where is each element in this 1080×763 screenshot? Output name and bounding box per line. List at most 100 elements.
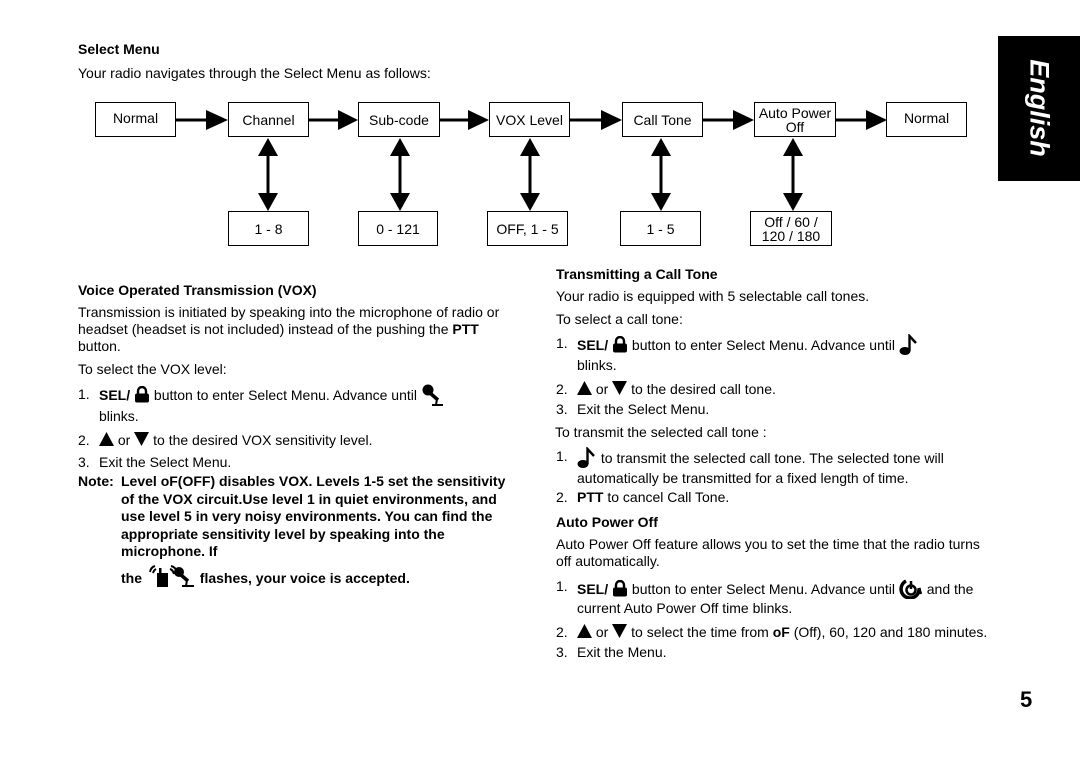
vox-note: Note: Level oF(OFF) disables VOX. Levels… bbox=[78, 473, 508, 588]
step-number: 3. bbox=[556, 401, 568, 417]
auto-power-step-3: 3. Exit the Menu. bbox=[556, 644, 988, 661]
note-label: Note: bbox=[78, 473, 114, 489]
transmit-step-2: 2. PTT to cancel Call Tone. bbox=[556, 489, 988, 506]
music-note-icon bbox=[899, 334, 917, 355]
vox-description: Transmission is initiated by speaking in… bbox=[78, 304, 508, 355]
option-box-auto-power-off: Off / 60 / 120 / 180 bbox=[750, 211, 832, 246]
option-value: 0 - 121 bbox=[376, 220, 420, 237]
flow-node-subcode: Sub-code bbox=[358, 102, 440, 137]
step-text: Exit the Select Menu. bbox=[99, 454, 232, 470]
language-tab-label: English bbox=[1024, 59, 1055, 157]
call-tone-subheading: To select a call tone: bbox=[556, 311, 683, 327]
option-value: OFF, 1 - 5 bbox=[496, 220, 559, 237]
option-box-channel: 1 - 8 bbox=[228, 211, 309, 246]
triangle-up-icon bbox=[577, 381, 592, 395]
or-text: or bbox=[117, 432, 131, 448]
auto-power-step-2: 2. or to select the time from oF (Off), … bbox=[556, 624, 988, 641]
vox-description-text: Transmission is initiated by speaking in… bbox=[78, 304, 500, 337]
step-text: to transmit the selected call tone. The … bbox=[577, 450, 944, 486]
step-number: 1. bbox=[78, 386, 90, 402]
step-text: button to enter Select Menu. Advance unt… bbox=[631, 581, 895, 597]
flow-node-call-tone: Call Tone bbox=[622, 102, 703, 137]
step-number: 1. bbox=[556, 578, 568, 594]
triangle-down-icon bbox=[612, 381, 628, 395]
step-text-tail: blinks. bbox=[99, 408, 139, 424]
option-value: 1 - 5 bbox=[646, 220, 675, 237]
vox-description-tail: button. bbox=[78, 338, 121, 354]
flow-node-label: Call Tone bbox=[633, 111, 692, 128]
or-text: or bbox=[595, 624, 609, 640]
flow-node-label: VOX Level bbox=[496, 111, 563, 128]
step-text: to cancel Call Tone. bbox=[603, 489, 730, 505]
flow-node-label: Sub-code bbox=[369, 111, 429, 128]
flow-node-label-line2: Off bbox=[785, 118, 805, 135]
triangle-down-icon bbox=[134, 432, 150, 446]
call-tone-step-3: 3. Exit the Select Menu. bbox=[556, 401, 988, 418]
call-tone-section: Transmitting a Call Tone Your radio is e… bbox=[555, 266, 988, 661]
step-text-tail: blinks. bbox=[577, 357, 617, 373]
ptt-keyword: PTT bbox=[577, 489, 604, 505]
flow-node-vox-level: VOX Level bbox=[489, 102, 570, 137]
flow-node-auto-power-off: Auto Power Off bbox=[754, 102, 836, 137]
sel-keyword: SEL/ bbox=[577, 337, 609, 353]
step-text: to select the time from bbox=[631, 624, 773, 640]
flow-node-label: Normal bbox=[112, 109, 159, 126]
step-number: 2. bbox=[556, 489, 568, 505]
option-box-call-tone: 1 - 5 bbox=[620, 211, 701, 246]
flow-node-normal-start: Normal bbox=[95, 102, 176, 137]
lock-icon bbox=[613, 336, 628, 353]
vox-step-3: 3. Exit the Select Menu. bbox=[78, 454, 508, 471]
step-number: 1. bbox=[556, 448, 568, 464]
call-tone-title: Transmitting a Call Tone bbox=[556, 266, 718, 282]
lock-icon bbox=[613, 580, 628, 597]
option-value-line2: 120 / 180 bbox=[761, 227, 821, 244]
ptt-keyword: PTT bbox=[452, 321, 479, 337]
auto-power-off-title: Auto Power Off bbox=[556, 514, 658, 530]
triangle-up-icon bbox=[99, 432, 114, 446]
step-number: 2. bbox=[556, 624, 568, 640]
step-text: Exit the Menu. bbox=[577, 644, 667, 660]
transmit-step-1: 1. to transmit the selected call tone. T… bbox=[556, 447, 988, 487]
vox-title: Voice Operated Transmission (VOX) bbox=[78, 282, 317, 298]
option-box-subcode: 0 - 121 bbox=[358, 211, 438, 246]
step-text: to the desired VOX sensitivity level. bbox=[153, 432, 373, 448]
vox-step-1: 1. SEL/ button to enter Select Menu. Adv… bbox=[78, 384, 508, 427]
page-number: 5 bbox=[1020, 687, 1033, 712]
flow-node-channel: Channel bbox=[228, 102, 309, 137]
step-text: Exit the Select Menu. bbox=[577, 401, 710, 417]
step-number: 3. bbox=[78, 454, 90, 470]
auto-power-off-steps: 1. SEL/ button to enter Select Menu. Adv… bbox=[556, 577, 988, 661]
vox-subheading: To select the VOX level: bbox=[78, 361, 227, 377]
note-text: Level oF(OFF) disables VOX. Levels 1-5 s… bbox=[121, 473, 506, 559]
note-the: the bbox=[121, 569, 142, 586]
flow-node-label: Channel bbox=[242, 111, 295, 128]
sel-keyword: SEL/ bbox=[99, 387, 131, 403]
vox-steps: 1. SEL/ button to enter Select Menu. Adv… bbox=[78, 384, 508, 471]
vox-microphone-icon bbox=[422, 384, 443, 406]
flow-node-label-line1: Auto Power bbox=[758, 104, 832, 121]
triangle-down-icon bbox=[612, 624, 628, 638]
step-number: 3. bbox=[556, 644, 568, 660]
or-text: or bbox=[595, 381, 609, 397]
lock-icon bbox=[135, 386, 150, 403]
sel-keyword: SEL/ bbox=[577, 581, 609, 597]
language-tab: English bbox=[998, 36, 1080, 181]
step-number: 2. bbox=[78, 432, 90, 448]
vox-section: Voice Operated Transmission (VOX) Transm… bbox=[78, 282, 508, 588]
option-value-line1: Off / 60 / bbox=[764, 213, 818, 230]
music-note-icon bbox=[577, 447, 595, 468]
step-text: to the desired call tone. bbox=[631, 381, 776, 397]
step-text: button to enter Select Menu. Advance unt… bbox=[153, 387, 417, 403]
vox-transmit-icon bbox=[148, 564, 194, 587]
step-number: 2. bbox=[556, 381, 568, 397]
call-tone-intro: Your radio is equipped with 5 selectable… bbox=[556, 288, 870, 304]
of-keyword: oF bbox=[772, 624, 790, 640]
step-number: 1. bbox=[556, 335, 568, 351]
flow-node-normal-end: Normal bbox=[886, 102, 967, 137]
auto-power-off-intro: Auto Power Off feature allows you to set… bbox=[556, 536, 980, 569]
power-timer-icon bbox=[899, 579, 923, 599]
call-tone-transmit-subheading: To transmit the selected call tone : bbox=[555, 424, 767, 440]
note-tail: flashes, your voice is accepted. bbox=[199, 569, 410, 586]
flow-node-label: Normal bbox=[903, 109, 950, 126]
call-tone-step-2: 2. or to the desired call tone. bbox=[556, 381, 988, 398]
